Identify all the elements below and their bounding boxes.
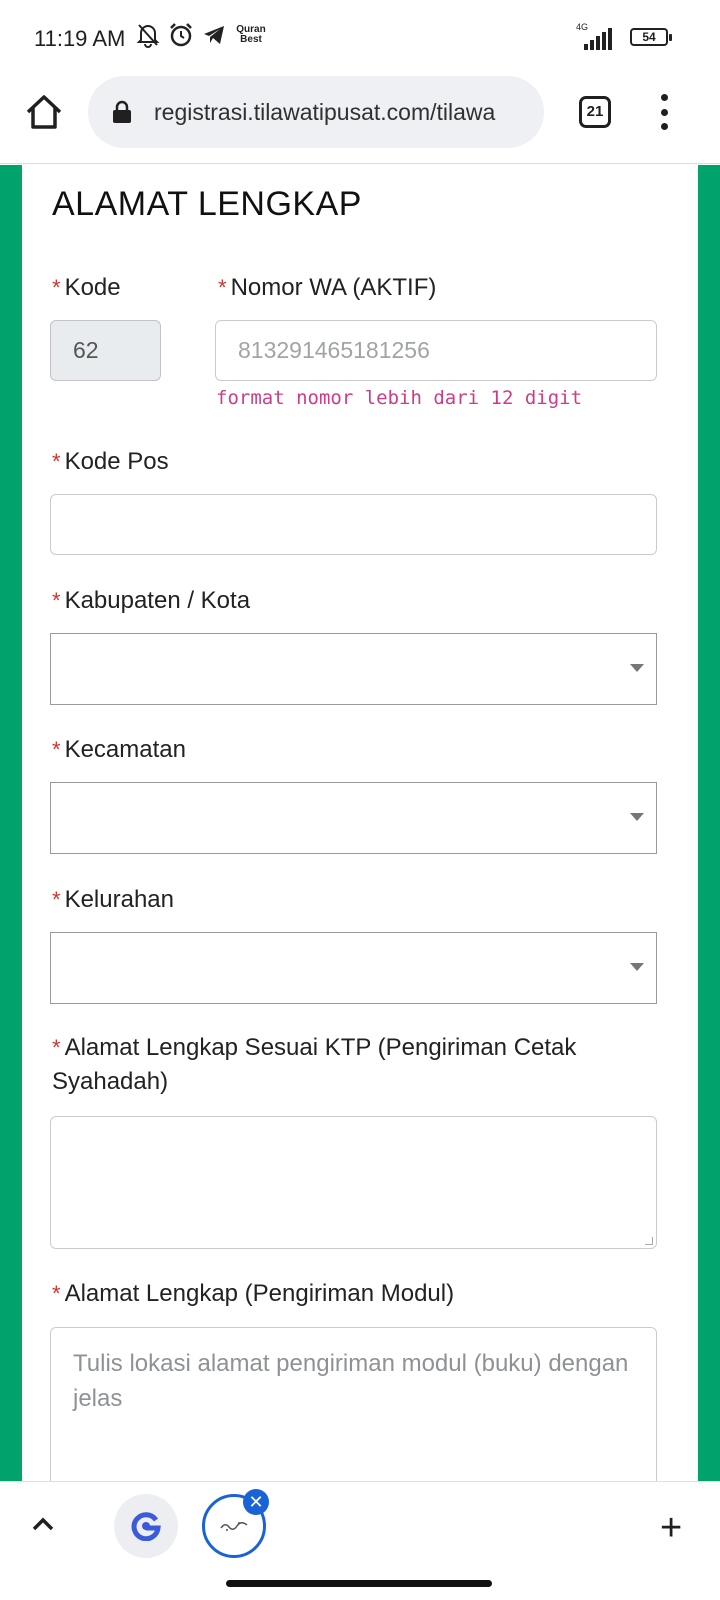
close-icon[interactable]: ✕: [243, 1489, 269, 1515]
ktp-address-textarea[interactable]: [50, 1116, 657, 1249]
required-marker: *: [52, 1035, 61, 1060]
form-card: ALAMAT LENGKAP * Kode 62 * Nomor WA (AKTIF…: [22, 165, 698, 1481]
whatsapp-number-placeholder: 813291465181256: [238, 337, 430, 363]
tab-switcher-button[interactable]: 21: [579, 96, 611, 128]
status-system-icons: 4G 54: [570, 22, 672, 50]
nomor-wa-label: * Nomor WA (AKTIF): [218, 274, 437, 301]
lock-icon: [113, 100, 131, 123]
required-marker: *: [52, 887, 61, 912]
postal-code-field[interactable]: [50, 494, 657, 555]
battery-icon: 54: [630, 28, 672, 46]
required-marker: *: [52, 588, 61, 613]
chevron-up-icon[interactable]: [30, 1514, 56, 1534]
required-marker: *: [52, 1281, 61, 1306]
status-time: 11:19 AM: [34, 26, 126, 51]
status-bar: 11:19 AM Quran Best 4G 54: [0, 0, 720, 76]
kabupaten-label: * Kabupaten / Kota: [52, 587, 251, 614]
required-marker: *: [52, 737, 61, 762]
country-code-value: 62: [73, 337, 99, 363]
silent-bell-icon: [136, 24, 160, 48]
resize-handle-icon[interactable]: [645, 1237, 653, 1245]
kelurahan-select[interactable]: [50, 932, 657, 1004]
site-favicon-icon: [220, 1522, 248, 1531]
cellular-signal-icon: 4G: [570, 22, 620, 50]
gesture-home-indicator[interactable]: [226, 1580, 492, 1587]
browser-toolbar: registrasi.tilawatipusat.com/tilawa 21: [0, 76, 720, 164]
module-address-placeholder: Tulis lokasi alamat pengiriman modul (bu…: [73, 1350, 629, 1412]
kelurahan-label: * Kelurahan: [52, 886, 174, 913]
address-bar[interactable]: registrasi.tilawatipusat.com/tilawa: [88, 76, 544, 148]
google-icon: [131, 1512, 161, 1541]
home-button[interactable]: [24, 92, 64, 132]
alamat-modul-label: * Alamat Lengkap (Pengiriman Modul): [52, 1280, 455, 1307]
kode-label: * Kode: [52, 274, 121, 301]
country-code-field[interactable]: 62: [50, 320, 161, 381]
quran-best-app-icon: Quran Best: [236, 24, 266, 45]
required-marker: *: [52, 275, 61, 300]
module-address-textarea[interactable]: Tulis lokasi alamat pengiriman modul (bu…: [50, 1327, 657, 1481]
status-notification-icons: Quran Best: [136, 22, 268, 48]
whatsapp-number-field[interactable]: 813291465181256: [215, 320, 657, 381]
dropdown-arrow-icon: [630, 664, 644, 672]
dropdown-arrow-icon: [630, 963, 644, 971]
plus-icon[interactable]: +: [660, 1508, 682, 1548]
dropdown-arrow-icon: [630, 813, 644, 821]
alamat-ktp-label: * Alamat Lengkap Sesuai KTP (Pengiriman C…: [52, 1034, 577, 1095]
required-marker: *: [218, 275, 227, 300]
tab-thumbnail-google[interactable]: [114, 1494, 178, 1558]
overflow-menu-icon[interactable]: [658, 94, 670, 130]
home-icon: [26, 95, 62, 129]
kode-pos-label: * Kode Pos: [52, 448, 169, 475]
whatsapp-format-hint: format nomor lebih dari 12 digit: [216, 387, 583, 409]
url-text: registrasi.tilawatipusat.com/tilawa: [154, 99, 496, 125]
kecamatan-select[interactable]: [50, 782, 657, 854]
bottom-tab-strip: ✕ +: [0, 1481, 720, 1575]
section-title: ALAMAT LENGKAP: [52, 185, 362, 223]
kabupaten-select[interactable]: [50, 633, 657, 705]
web-page: ALAMAT LENGKAP * Kode 62 * Nomor WA (AKTIF…: [0, 165, 720, 1481]
telegram-icon: [204, 26, 224, 44]
alarm-icon: [170, 23, 192, 47]
kecamatan-label: * Kecamatan: [52, 736, 186, 763]
required-marker: *: [52, 449, 61, 474]
